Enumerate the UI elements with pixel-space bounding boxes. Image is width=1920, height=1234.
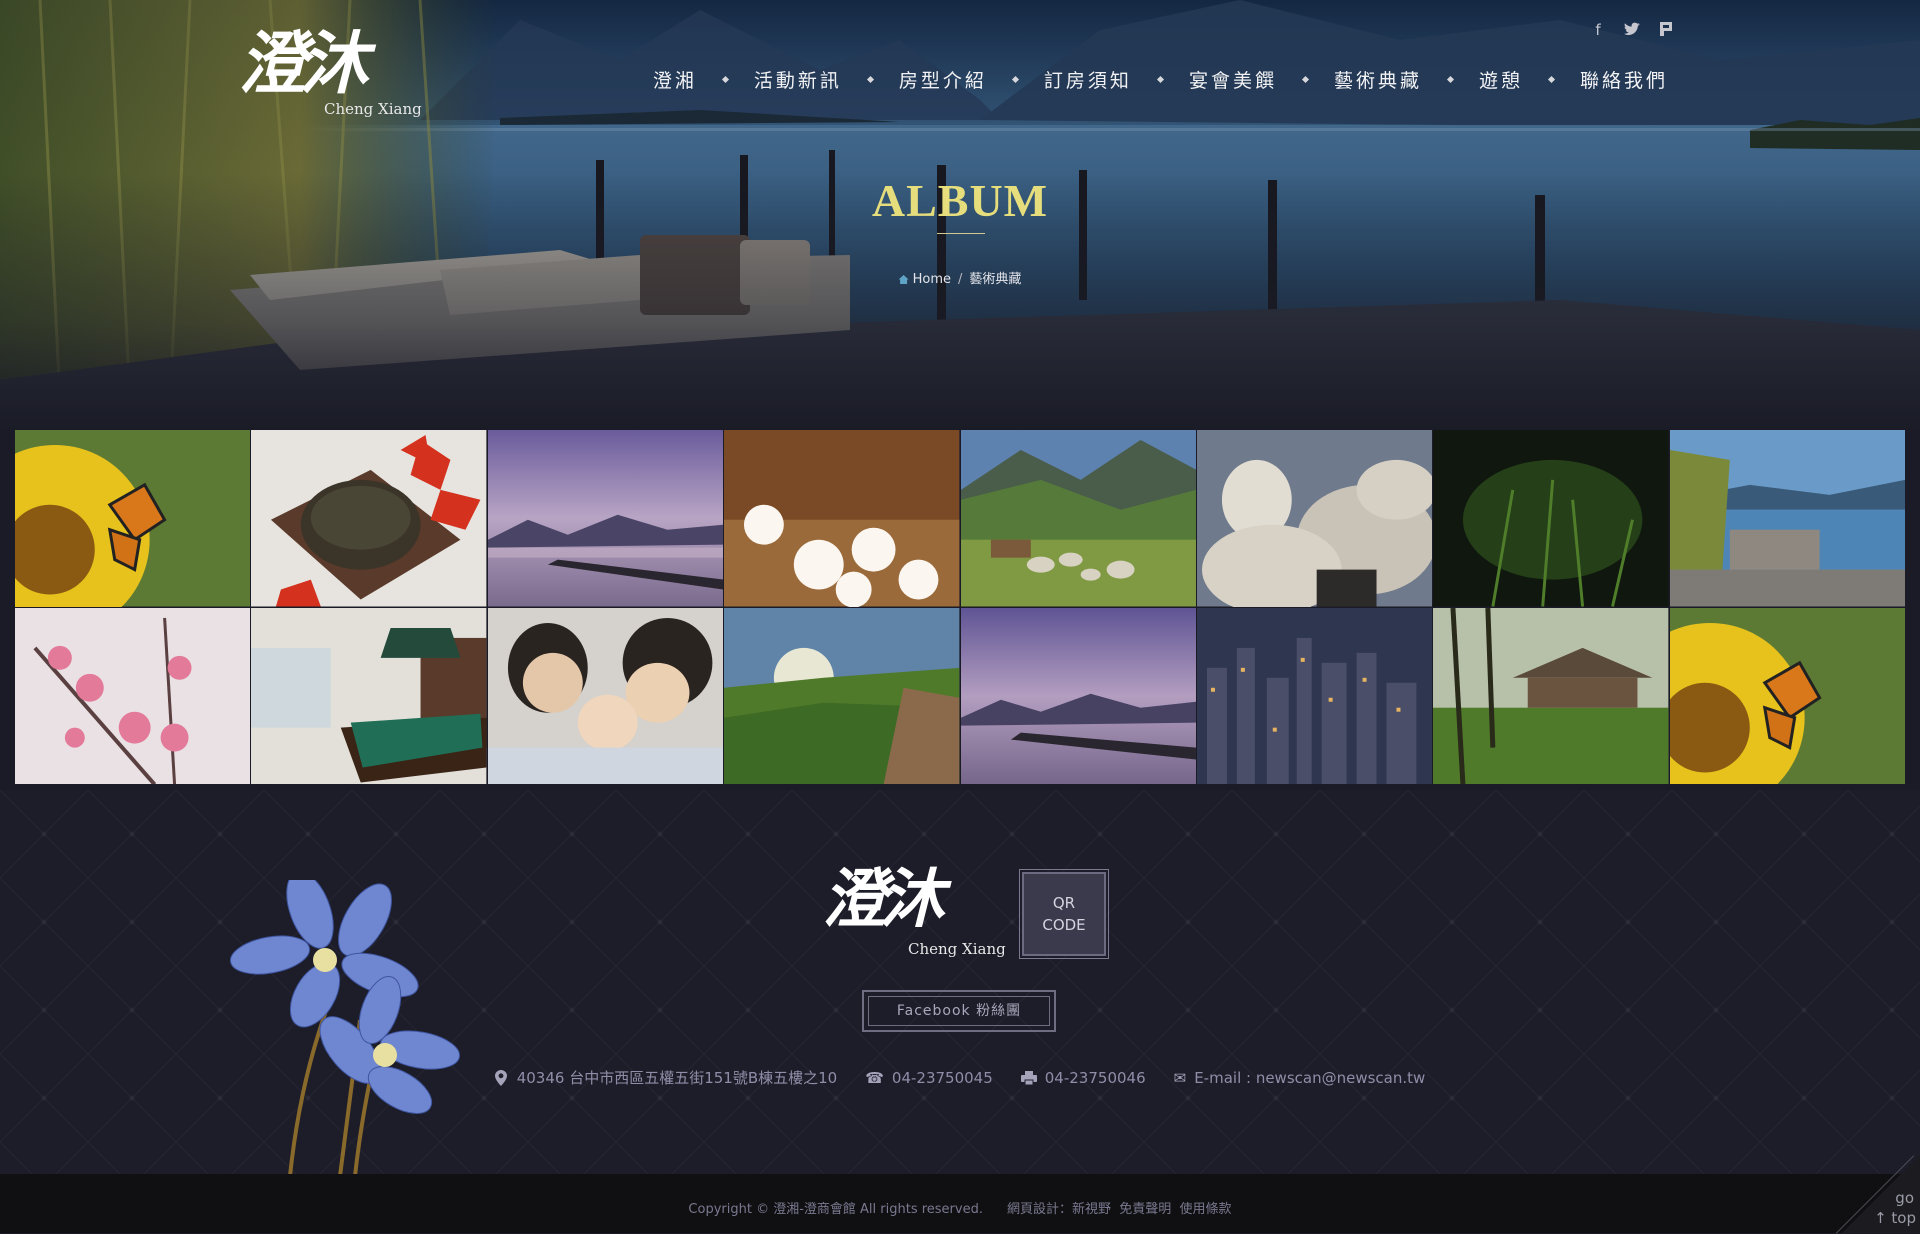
gallery-photo-garden-pavilion[interactable]	[1433, 607, 1669, 784]
gallery-photo-cherry-blossom[interactable]	[15, 607, 251, 784]
disclaimer-link[interactable]: 免責聲明	[1119, 1202, 1171, 1217]
nav-separator-dot	[1156, 75, 1164, 84]
gallery-photo-sunflower-butterfly[interactable]	[15, 430, 251, 607]
social-links: f	[1590, 22, 1674, 38]
site-logo[interactable]: 澄沐 Cheng Xiang	[238, 24, 422, 122]
gallery-photo-lake-terrace[interactable]	[1669, 430, 1905, 607]
qr-label-line2: CODE	[1042, 916, 1086, 934]
nav-item-chengxiang[interactable]: 澄湘	[653, 66, 697, 93]
go-top-label-go: go	[1895, 1189, 1914, 1207]
logo-english-name: Cheng Xiang	[324, 100, 422, 118]
phone-item: ☎ 04-23750045	[865, 1069, 993, 1087]
gallery-photo-lake-pier[interactable]	[487, 430, 724, 607]
breadcrumb-current: 藝術典藏	[969, 272, 1022, 287]
footer-logo-english-name: Cheng Xiang	[908, 940, 1006, 958]
home-icon	[898, 275, 909, 284]
address-item: 40346 台中市西區五權五街151號B棟五樓之10	[494, 1067, 838, 1088]
contact-info: 40346 台中市西區五權五街151號B棟五樓之10 ☎ 04-23750045…	[0, 1067, 1920, 1088]
logo-chinese-name: 澄沐	[238, 24, 368, 104]
gallery-photo-sheep[interactable]	[1196, 430, 1433, 607]
fax-text: 04-23750046	[1044, 1068, 1146, 1087]
facebook-fanpage-label: Facebook 粉絲團	[868, 996, 1050, 1026]
nav-item-art[interactable]: 藝術典藏	[1334, 66, 1422, 93]
nav-item-news[interactable]: 活動新訊	[754, 66, 842, 93]
envelope-icon: ✉	[1173, 1068, 1187, 1087]
nav-separator-dot	[1446, 75, 1455, 84]
fax-icon	[1020, 1070, 1037, 1085]
email-text[interactable]: E-mail : newscan@newscan.tw	[1194, 1069, 1425, 1087]
web-design-credit-link[interactable]: 網頁設計：新視野	[1007, 1202, 1111, 1217]
nav-item-rooms[interactable]: 房型介紹	[899, 66, 987, 93]
nav-separator-dot	[1547, 75, 1556, 84]
copyright-text: Copyright © 澄湘-澄商會館 All rights reserved.	[688, 1202, 983, 1217]
facebook-fanpage-button[interactable]: Facebook 粉絲團	[862, 990, 1056, 1032]
nav-separator-dot	[1301, 75, 1309, 84]
facebook-icon[interactable]: f	[1590, 22, 1606, 38]
copyright-line: Copyright © 澄湘-澄商會館 All rights reserved.…	[0, 1198, 1920, 1217]
gallery-photo-forest-valley[interactable]	[724, 607, 960, 784]
gallery-photo-sunflower-butterfly-2[interactable]	[1669, 607, 1905, 784]
gallery-photo-white-blossoms[interactable]	[724, 430, 960, 607]
nav-item-leisure[interactable]: 遊憩	[1479, 66, 1523, 93]
main-navigation: 澄湘 活動新訊 房型介紹 訂房須知 宴會美饌 藝術典藏 遊憩 聯絡我們	[653, 66, 1668, 93]
twitter-icon[interactable]	[1624, 22, 1640, 38]
qr-code-box[interactable]: QR CODE	[1019, 869, 1109, 959]
nav-item-banquet[interactable]: 宴會美饌	[1189, 66, 1277, 93]
page-title: ALBUM	[871, 175, 1049, 226]
address-text: 40346 台中市西區五權五街151號B棟五樓之10	[516, 1069, 838, 1087]
gallery-photo-lake-pier-2[interactable]	[960, 607, 1196, 784]
footer-logo-chinese-name: 澄沐	[822, 862, 944, 937]
go-top-button[interactable]: go ↑ top	[1835, 1155, 1920, 1234]
gallery-photo-billiard-room[interactable]	[251, 607, 487, 784]
map-pin-icon	[494, 1069, 507, 1086]
go-top-label-top: ↑ top	[1874, 1209, 1916, 1227]
photo-gallery	[15, 430, 1905, 784]
breadcrumb-home-link[interactable]: Home	[913, 272, 951, 287]
flag-icon[interactable]	[1658, 22, 1674, 38]
nav-separator-dot	[721, 75, 729, 84]
fax-item: 04-23750046	[1020, 1068, 1146, 1087]
nav-separator-dot	[866, 75, 874, 84]
nav-separator-dot	[1011, 75, 1019, 84]
email-item: ✉ E-mail : newscan@newscan.tw	[1174, 1069, 1426, 1087]
gallery-photo-family[interactable]	[487, 607, 724, 784]
footer-logo[interactable]: 澄沐 Cheng Xiang	[822, 862, 1006, 960]
blue-flower-illustration	[230, 880, 461, 1176]
nav-item-contact[interactable]: 聯絡我們	[1580, 66, 1668, 93]
phone-icon: ☎	[865, 1068, 884, 1087]
terms-link[interactable]: 使用條款	[1180, 1202, 1232, 1217]
gallery-photo-tea-bowl[interactable]	[251, 430, 487, 607]
breadcrumb-separator: /	[957, 272, 963, 287]
phone-text[interactable]: 04-23750045	[892, 1069, 993, 1087]
title-underline	[937, 233, 985, 234]
gallery-photo-dark-grass[interactable]	[1433, 430, 1669, 607]
gallery-photo-city-night[interactable]	[1196, 607, 1433, 784]
nav-item-booking[interactable]: 訂房須知	[1044, 66, 1132, 93]
qr-label-line1: QR	[1052, 894, 1076, 912]
breadcrumb: Home / 藝術典藏	[0, 268, 1920, 287]
gallery-photo-mountain-pasture[interactable]	[960, 430, 1196, 607]
